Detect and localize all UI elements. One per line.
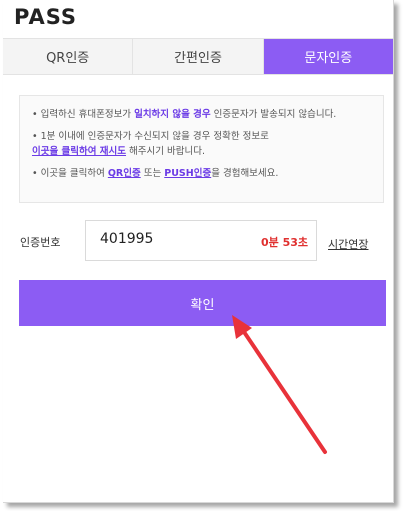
annotation-arrow xyxy=(232,315,327,454)
arrow-head xyxy=(232,315,252,339)
arrow-shaft xyxy=(238,324,327,454)
